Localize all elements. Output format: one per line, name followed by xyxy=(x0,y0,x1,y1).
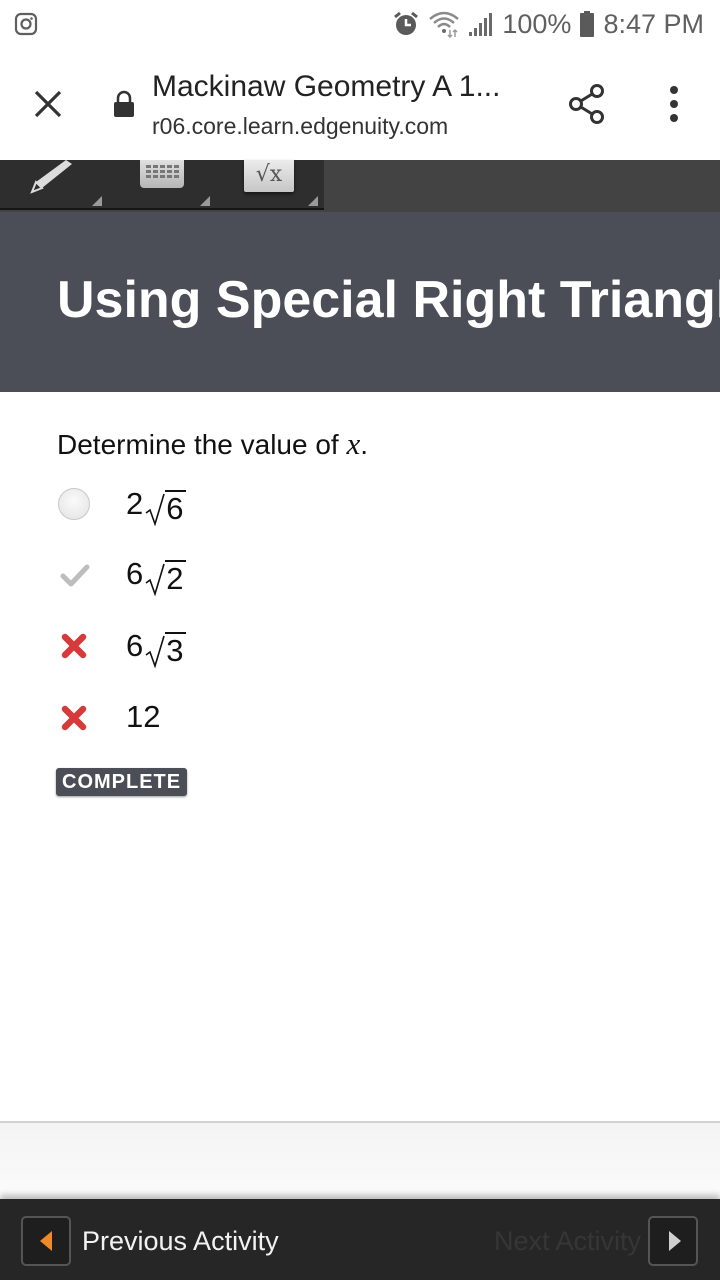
alarm-icon xyxy=(394,11,419,35)
close-icon[interactable] xyxy=(30,86,66,122)
answer-option[interactable]: 2 6 xyxy=(58,482,458,526)
page-url: r06.core.learn.edgenuity.com xyxy=(152,113,449,139)
screen: 100% 8:47 PM Mackinaw Geometry A 1... r0… xyxy=(0,0,720,1280)
previous-activity-button[interactable] xyxy=(21,1216,71,1266)
tool-menu-corner xyxy=(200,196,210,206)
answer-option[interactable]: 12 xyxy=(58,695,458,739)
option-coefficient: 2 xyxy=(126,486,144,521)
tool-group: √x xyxy=(0,160,324,210)
prompt-suffix: . xyxy=(360,429,369,460)
browser-tab-bar: Mackinaw Geometry A 1... r06.core.learn.… xyxy=(0,50,720,160)
arrow-left-icon xyxy=(40,1231,52,1251)
tool-menu-corner xyxy=(92,196,102,206)
option-value: 6 2 xyxy=(126,552,186,596)
prompt-text: Determine the value of xyxy=(57,429,347,460)
keypad-icon xyxy=(140,160,184,188)
wifi-icon xyxy=(429,11,460,38)
lesson-title: Using Special Right Triangles xyxy=(57,271,720,329)
pencil-icon xyxy=(30,160,72,194)
radical-sign xyxy=(145,635,166,668)
keypad-tool-button[interactable] xyxy=(108,160,214,208)
option-value: 12 xyxy=(126,699,161,734)
check-icon xyxy=(60,564,90,587)
clock: 8:47 PM xyxy=(603,8,704,39)
option-radicand: 2 xyxy=(165,560,186,596)
radio-icon[interactable] xyxy=(58,488,92,522)
next-activity-label: Next Activity xyxy=(494,1226,642,1256)
lock-icon xyxy=(114,90,134,117)
sqrt-icon: √x xyxy=(244,160,294,192)
answer-option[interactable]: 6 2 xyxy=(58,552,458,596)
previous-activity-label[interactable]: Previous Activity xyxy=(82,1225,279,1257)
battery-icon xyxy=(580,11,595,37)
more-vert-icon[interactable] xyxy=(660,84,688,124)
option-value: 6 3 xyxy=(126,624,186,668)
instagram-icon xyxy=(14,12,38,36)
tool-menu-corner xyxy=(308,196,318,206)
option-radicand: 6 xyxy=(165,490,186,526)
status-badge: COMPLETE xyxy=(56,768,188,796)
sqrt-tool-button[interactable]: √x xyxy=(216,160,322,208)
signal-icon xyxy=(469,13,493,36)
footer-area xyxy=(0,1123,720,1200)
arrow-right-icon xyxy=(669,1231,681,1251)
option-coefficient: 6 xyxy=(126,556,144,591)
option-coefficient: 6 xyxy=(126,628,144,663)
option-value: 2 6 xyxy=(126,482,186,526)
lesson-banner: Using Special Right Triangles xyxy=(0,212,720,392)
x-icon xyxy=(61,633,87,659)
status-bar: 100% 8:47 PM xyxy=(0,0,720,50)
prompt-variable: x xyxy=(346,426,361,461)
page-title: Mackinaw Geometry A 1... xyxy=(152,70,501,103)
battery-percent: 100% xyxy=(502,8,572,39)
tools-toolbar: √x xyxy=(0,160,720,212)
next-activity-button[interactable] xyxy=(648,1216,698,1266)
radical-sign xyxy=(145,493,166,526)
activity-navigation: Previous Activity Next Activity xyxy=(0,1199,720,1280)
pencil-tool-button[interactable] xyxy=(0,160,106,208)
share-icon[interactable] xyxy=(566,82,608,126)
answer-option[interactable]: 6 3 xyxy=(58,624,458,668)
option-radicand: 3 xyxy=(165,632,186,668)
question-prompt: Determine the value of x. xyxy=(57,426,368,462)
radical-sign xyxy=(145,563,166,596)
x-icon xyxy=(61,705,87,731)
